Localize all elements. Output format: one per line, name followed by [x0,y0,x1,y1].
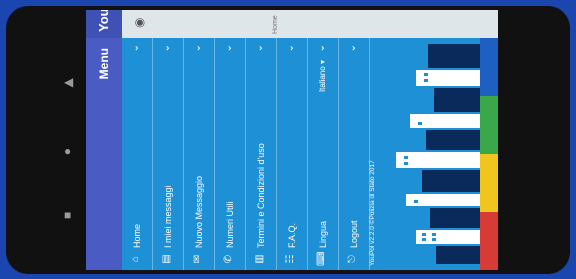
new-message-icon: ✉ [192,254,203,264]
navigation-drawer: Menu ⌂ Home ⌄ ▤ I miei messaggi ⌄ ✉ Nuov… [86,38,498,270]
menu-item-label: Logout [349,220,359,248]
menu-item-label: Lingua [318,220,328,248]
app-screen: YouPol ◉ Home Menu ⌂ Home ⌄ ▤ I miei mes… [86,10,498,270]
app-title: YouPol [96,10,111,32]
chevron-down-icon: ⌄ [347,44,358,53]
faq-icon: ☷ [285,254,296,264]
menu-item-label: I miei messaggi [163,185,173,248]
chevron-down-icon: ⌄ [161,44,172,53]
menu-item-label: Termini e Condizioni d'uso [256,143,266,248]
chevron-down-icon: ⌄ [254,44,265,53]
logout-icon: ⎋ [347,255,358,263]
android-navigation-bar: ◀ ● ■ [6,6,86,274]
chevron-down-icon: ⌄ [223,44,234,53]
menu-item-label: Nuovo Messaggio [194,175,204,248]
chevron-down-icon: ⌄ [316,44,327,53]
messages-icon: ▤ [161,254,172,264]
menu-item-useful-numbers[interactable]: ✆ Numeri Utili ⌄ [215,38,246,270]
phone-icon: ✆ [223,254,234,264]
menu-item-new-message[interactable]: ✉ Nuovo Messaggio ⌄ [184,38,215,270]
drawer-title: Menu [97,48,111,80]
chevron-down-icon: ⌄ [130,44,141,53]
language-select[interactable]: Italiano ▾ [318,60,327,92]
menu-item-label: Home [132,223,142,248]
menu-item-faq[interactable]: ☷ F.A.Q. ⌄ [277,38,308,270]
back-icon[interactable]: ◀ [64,76,73,88]
chevron-down-icon: ⌄ [192,44,203,53]
document-icon: ▥ [254,254,265,264]
menu-item-home[interactable]: ⌂ Home ⌄ [122,38,153,270]
recents-icon[interactable]: ■ [64,209,71,221]
home-button-icon[interactable]: ● [64,145,71,157]
version-text: YouPol v2.2.0 ©Polizia di Stato 2017 [369,160,376,266]
menu-item-messages[interactable]: ▤ I miei messaggi ⌄ [153,38,184,270]
menu-item-terms[interactable]: ▥ Termini e Condizioni d'uso ⌄ [246,38,277,270]
home-icon: ⌂ [130,255,141,263]
chevron-down-icon: ⌄ [285,44,296,53]
drawer-header: Menu [86,38,122,270]
location-icon[interactable]: ◉ [132,18,146,28]
menu-item-label: F.A.Q. [287,222,297,248]
rotated-app: YouPol ◉ Home Menu ⌂ Home ⌄ ▤ I miei mes… [86,10,498,270]
map-label: Home [272,15,279,34]
map-view[interactable]: ◉ Home [122,10,498,38]
menu-item-label: Numeri Utili [225,201,235,248]
menu-item-language[interactable]: ⌨ Lingua Italiano ▾ ⌄ [308,38,339,270]
category-color-bar [480,38,498,270]
menu-item-logout[interactable]: ⎋ Logout ⌄ [339,38,370,270]
city-skyline-illustration [386,38,480,270]
language-icon: ⌨ [316,251,327,266]
